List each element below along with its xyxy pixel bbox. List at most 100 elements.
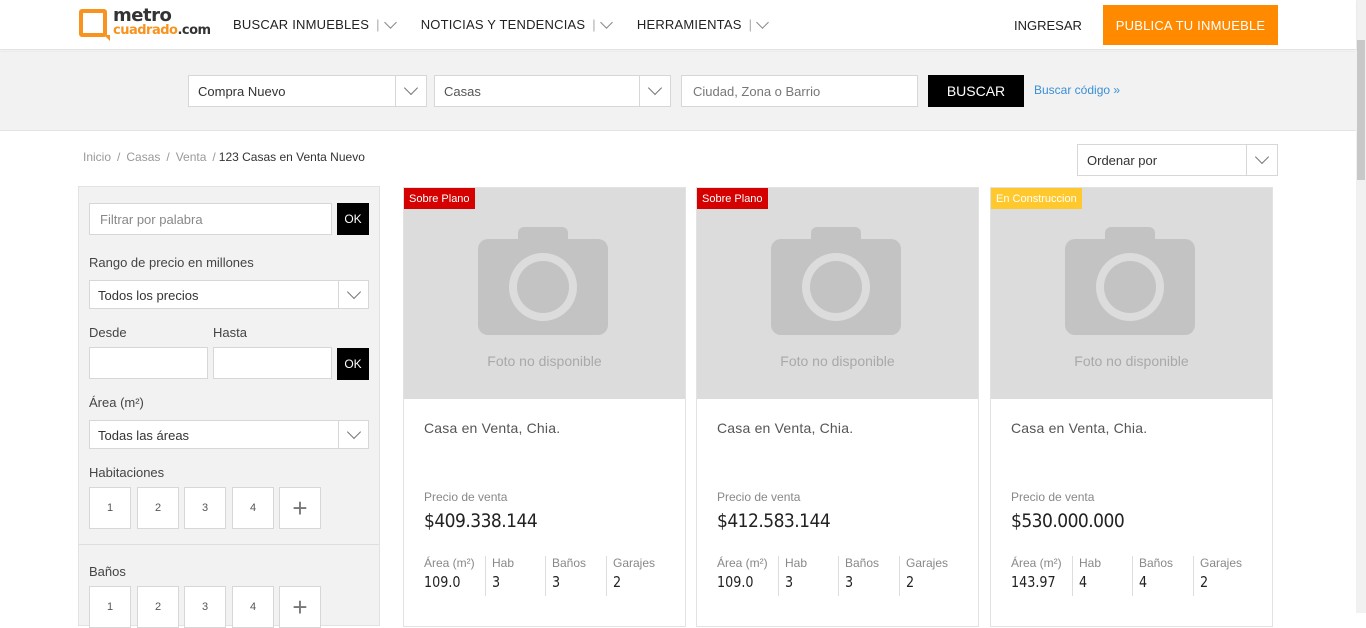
breadcrumb-separator: / — [212, 150, 216, 164]
nav-label: HERRAMIENTAS — [636, 17, 742, 32]
divider — [79, 544, 379, 545]
camera-icon — [1065, 227, 1195, 335]
baths-option-1[interactable]: 1 — [89, 586, 131, 628]
listing-title[interactable]: Casa en Venta, Chia. — [424, 420, 560, 436]
no-photo-text: Foto no disponible — [780, 353, 895, 369]
feature-value: 109.0 — [424, 573, 461, 591]
nav-separator: | — [592, 17, 596, 32]
feature-value: 2 — [613, 573, 622, 591]
price-range-label: Rango de precio en millones — [89, 255, 254, 270]
listing-title[interactable]: Casa en Venta, Chia. — [1011, 420, 1147, 436]
keyword-filter-input[interactable]: Filtrar por palabra — [89, 203, 332, 235]
breadcrumb-separator: / — [117, 150, 121, 164]
price-label: Precio de venta — [1011, 490, 1095, 504]
feature-value: 2 — [1200, 573, 1209, 591]
listing-title[interactable]: Casa en Venta, Chia. — [717, 420, 853, 436]
baths-option-3[interactable]: 3 — [184, 586, 226, 628]
baths-option-4[interactable]: 4 — [232, 586, 274, 628]
feature-value: 3 — [492, 573, 501, 591]
listing-card[interactable]: Foto no disponible Sobre Plano Casa en V… — [696, 187, 979, 627]
plus-icon: + — [292, 591, 308, 622]
scrollbar-thumb[interactable] — [1357, 40, 1365, 180]
feature-value: 109.0 — [717, 573, 754, 591]
baths-more-button[interactable]: + — [279, 586, 321, 628]
status-badge: En Construccion — [991, 188, 1082, 209]
feature-label: Baños — [1139, 556, 1174, 570]
chevron-down-icon — [639, 76, 670, 106]
chevron-down-icon — [1246, 145, 1277, 175]
area-select[interactable]: Todas las áreas — [89, 420, 369, 449]
price-ok-button[interactable]: OK — [337, 348, 369, 380]
keyword-filter-placeholder: Filtrar por palabra — [100, 212, 203, 227]
listing-photo-placeholder[interactable]: Foto no disponible Sobre Plano — [697, 188, 978, 399]
rooms-option-1[interactable]: 1 — [89, 487, 131, 529]
keyword-ok-button[interactable]: OK — [337, 203, 369, 235]
property-type-select[interactable]: Casas — [434, 75, 671, 107]
feature-area: Área (m²) 109.0 — [424, 556, 475, 596]
nav-label: NOTICIAS Y TENDENCIAS — [420, 17, 586, 32]
feature-garages: Garajes 2 — [899, 556, 948, 596]
price-from-input[interactable] — [89, 347, 208, 379]
breadcrumb-inicio[interactable]: Inicio — [83, 150, 111, 164]
from-label: Desde — [89, 325, 127, 340]
filters-sidebar: Filtrar por palabra OK Rango de precio e… — [78, 186, 380, 628]
feature-baths: Baños 3 — [545, 556, 586, 596]
price-range-select[interactable]: Todos los precios — [89, 280, 369, 309]
nav-buscar-inmuebles[interactable]: BUSCAR INMUEBLES | — [233, 15, 397, 32]
no-photo-text: Foto no disponible — [1074, 353, 1189, 369]
listing-photo-placeholder[interactable]: Foto no disponible Sobre Plano — [404, 188, 685, 399]
feature-label: Área (m²) — [424, 556, 475, 570]
feature-value: 4 — [1139, 573, 1148, 591]
login-link[interactable]: INGRESAR — [1014, 18, 1082, 33]
chevron-down-icon — [338, 281, 368, 308]
feature-label: Hab — [492, 556, 515, 570]
listing-price: $409.338.144 — [424, 510, 538, 532]
feature-rooms: Hab 3 — [778, 556, 807, 596]
price-label: Precio de venta — [424, 490, 508, 504]
metrocuadrado-logo[interactable]: metro cuadrado.com — [79, 5, 211, 38]
breadcrumb: Inicio / Casas / Venta / 123 Casas en Ve… — [83, 150, 371, 164]
listing-card[interactable]: Foto no disponible Sobre Plano Casa en V… — [403, 187, 686, 627]
feature-value: 3 — [845, 573, 854, 591]
status-badge: Sobre Plano — [404, 188, 475, 209]
page-scrollbar[interactable] — [1356, 0, 1366, 613]
nav-noticias[interactable]: NOTICIAS Y TENDENCIAS | — [420, 15, 613, 32]
status-badge: Sobre Plano — [697, 188, 768, 209]
listing-photo-placeholder[interactable]: Foto no disponible En Construccion — [991, 188, 1272, 399]
breadcrumb-separator: / — [166, 150, 170, 164]
search-by-code-link[interactable]: Buscar código » — [1034, 83, 1120, 97]
no-photo-text: Foto no disponible — [487, 353, 602, 369]
chevron-down-icon — [599, 15, 613, 29]
logo-mark-icon — [79, 9, 107, 37]
property-type-value: Casas — [444, 84, 481, 99]
breadcrumb-casas[interactable]: Casas — [126, 150, 160, 164]
logo-text-top: metro — [113, 5, 172, 26]
breadcrumb-current: 123 Casas en Venta Nuevo — [218, 150, 365, 164]
feature-value: 4 — [1079, 573, 1088, 591]
feature-value: 143.97 — [1011, 573, 1056, 591]
search-button[interactable]: BUSCAR — [928, 75, 1024, 107]
breadcrumb-venta[interactable]: Venta — [176, 150, 207, 164]
publish-property-button[interactable]: PUBLICA TU INMUEBLE — [1103, 5, 1278, 45]
listing-price: $530.000.000 — [1011, 510, 1125, 532]
price-to-input[interactable] — [213, 347, 332, 379]
location-input[interactable]: Ciudad, Zona o Barrio — [681, 75, 918, 107]
sort-select[interactable]: Ordenar por — [1077, 144, 1278, 176]
nav-separator: | — [376, 17, 380, 32]
main-nav: BUSCAR INMUEBLES | NOTICIAS Y TENDENCIAS… — [233, 15, 793, 32]
rooms-more-button[interactable]: + — [279, 487, 321, 529]
nav-herramientas[interactable]: HERRAMIENTAS | — [636, 15, 770, 32]
rooms-option-3[interactable]: 3 — [184, 487, 226, 529]
feature-garages: Garajes 2 — [1193, 556, 1242, 596]
rooms-option-4[interactable]: 4 — [232, 487, 274, 529]
listing-card[interactable]: Foto no disponible En Construccion Casa … — [990, 187, 1273, 627]
price-range-value: Todos los precios — [98, 288, 199, 303]
rooms-option-2[interactable]: 2 — [137, 487, 179, 529]
operation-select[interactable]: Compra Nuevo — [188, 75, 427, 107]
plus-icon: + — [292, 492, 308, 523]
feature-label: Hab — [785, 556, 808, 570]
feature-baths: Baños 3 — [838, 556, 879, 596]
feature-label: Área (m²) — [717, 556, 768, 570]
feature-label: Hab — [1079, 556, 1102, 570]
baths-option-2[interactable]: 2 — [137, 586, 179, 628]
